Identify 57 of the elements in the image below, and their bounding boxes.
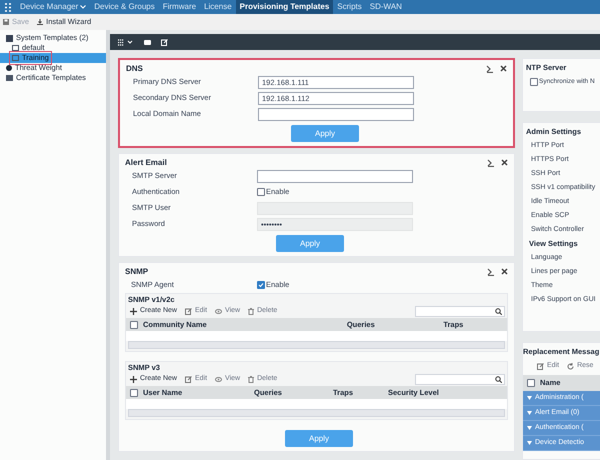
horizontal-scrollbar[interactable] [128, 341, 505, 349]
eye-icon [215, 309, 222, 314]
input-field[interactable] [257, 170, 413, 182]
expand-icon [527, 426, 532, 430]
install-icon [37, 19, 44, 25]
input-field[interactable] [258, 108, 414, 120]
edit-icon [537, 362, 544, 370]
grid-icon[interactable] [118, 38, 134, 46]
nav-tab[interactable]: SD-WAN [366, 0, 406, 14]
search-field[interactable] [415, 306, 505, 317]
checkbox[interactable] [130, 388, 138, 396]
minimize-icon[interactable] [486, 64, 494, 72]
close-icon[interactable] [500, 65, 507, 72]
nav-tab[interactable]: License [200, 0, 236, 14]
nav-tab[interactable]: Provisioning Templates [236, 0, 334, 14]
edit-icon [184, 308, 192, 315]
certificate-icon [6, 75, 13, 81]
edit-icon [184, 376, 192, 383]
minimize-icon[interactable] [487, 268, 495, 276]
close-icon[interactable] [501, 159, 508, 166]
widget-icon[interactable] [144, 40, 151, 44]
trash-icon [248, 376, 254, 383]
reset-icon [567, 362, 574, 370]
folder-icon [6, 34, 13, 42]
search-icon [495, 308, 502, 315]
minimize-icon[interactable] [487, 158, 495, 166]
save-icon [3, 19, 9, 25]
checkbox[interactable] [527, 379, 535, 387]
nav-tab[interactable]: Device Manager [16, 0, 90, 14]
close-icon[interactable] [501, 268, 508, 275]
nav-tab[interactable]: Firmware [158, 0, 200, 14]
apply-button[interactable]: Apply [285, 430, 353, 447]
checkbox[interactable] [530, 78, 538, 86]
eye-icon [215, 377, 222, 382]
checkbox[interactable] [130, 320, 138, 328]
expand-icon [527, 411, 532, 415]
apply-button[interactable]: Apply [276, 235, 344, 252]
plus-icon [130, 308, 137, 315]
caret-icon [80, 5, 86, 9]
edit-icon[interactable] [161, 38, 168, 46]
nav-tab[interactable]: Scripts [333, 0, 366, 14]
search-icon [495, 376, 502, 383]
panel-title: Alert Email [125, 156, 167, 168]
nav-tab[interactable]: Device & Groups [90, 0, 159, 14]
panel-title: DNS [126, 62, 143, 74]
trash-icon [248, 308, 254, 315]
apply-button[interactable]: Apply [291, 125, 359, 142]
checkbox[interactable] [257, 188, 265, 196]
expand-icon [527, 396, 532, 400]
weight-icon [6, 65, 12, 71]
plus-icon [130, 376, 137, 383]
panel-title: SNMP [125, 266, 148, 278]
checkbox[interactable] [257, 281, 265, 289]
horizontal-scrollbar[interactable] [128, 409, 505, 417]
expand-icon [527, 441, 532, 445]
search-field[interactable] [415, 374, 505, 385]
menu-grid-icon[interactable] [4, 2, 12, 12]
